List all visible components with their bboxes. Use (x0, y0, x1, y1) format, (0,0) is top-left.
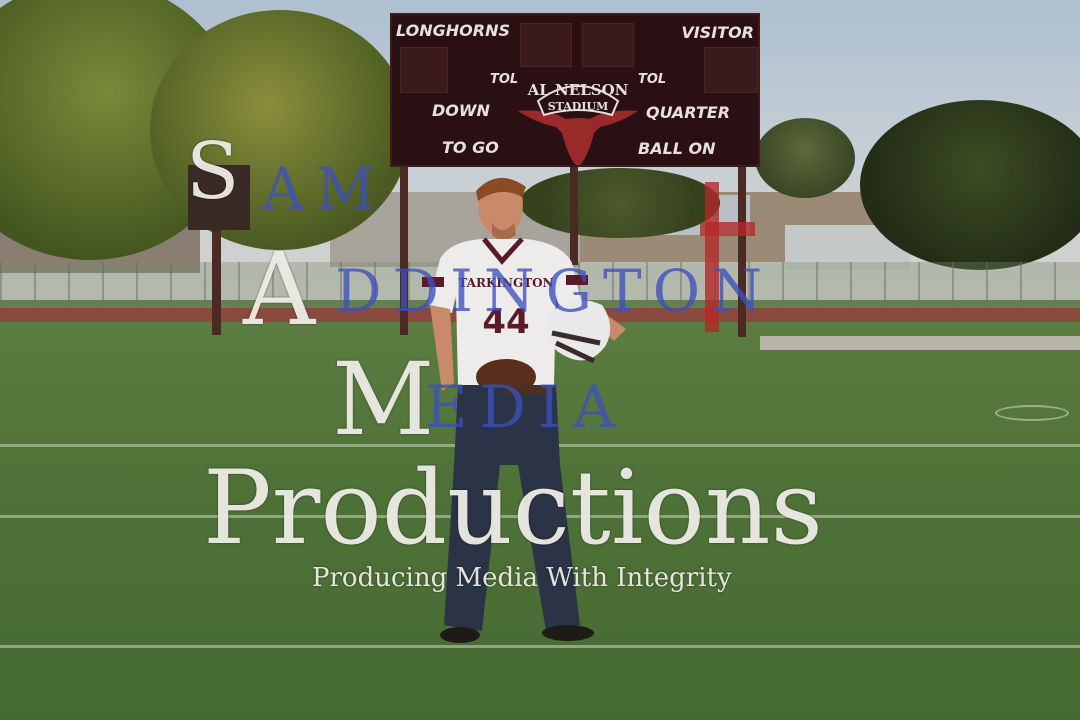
sideline-pad (760, 336, 1080, 350)
stadium-name-line-2: STADIUM (548, 100, 609, 113)
watermark-initial-m: M (332, 341, 435, 458)
tree-right-small (755, 118, 855, 198)
sign-pole (212, 215, 221, 335)
watermark-sam-rest: AM (262, 155, 388, 223)
watermark-productions: Productions (203, 449, 823, 568)
watermark-addington-rest: DDINGTON (335, 257, 773, 325)
watermark-initial-a: A (243, 231, 316, 348)
scoreboard-to-go-label: TO GO (442, 138, 499, 157)
scoreboard-quarter-label: QUARTER (646, 103, 731, 122)
watermark-initial-s: S (186, 127, 240, 217)
player-boot (440, 627, 480, 643)
scoreboard-home-label: LONGHORNS (396, 21, 510, 40)
scoreboard-digit-panel (520, 23, 572, 67)
scoreboard-down-label: DOWN (432, 101, 490, 120)
field-marking (995, 405, 1069, 421)
scoreboard-digit-panel (582, 23, 634, 67)
stadium-name-line-1: AL NELSON (527, 81, 629, 99)
longhorn-head-icon (518, 110, 638, 165)
player-boot (542, 625, 594, 641)
watermark-tagline: Producing Media With Integrity (312, 563, 732, 593)
watermark-media-rest: EDIA (425, 373, 627, 441)
scoreboard-ball-on-label: BALL ON (638, 139, 716, 158)
scoreboard-digit-panel (400, 47, 448, 93)
photo-scene: LONGHORNS VISITOR TOL TOL DOWN QUARTER T… (0, 0, 1080, 720)
cross-icon-bar (700, 222, 755, 236)
scoreboard-visitor-label: VISITOR (681, 23, 754, 42)
scoreboard-digit-panel (704, 47, 758, 93)
scoreboard: LONGHORNS VISITOR TOL TOL DOWN QUARTER T… (390, 13, 760, 167)
longhorn-logo: AL NELSON STADIUM (518, 81, 638, 165)
